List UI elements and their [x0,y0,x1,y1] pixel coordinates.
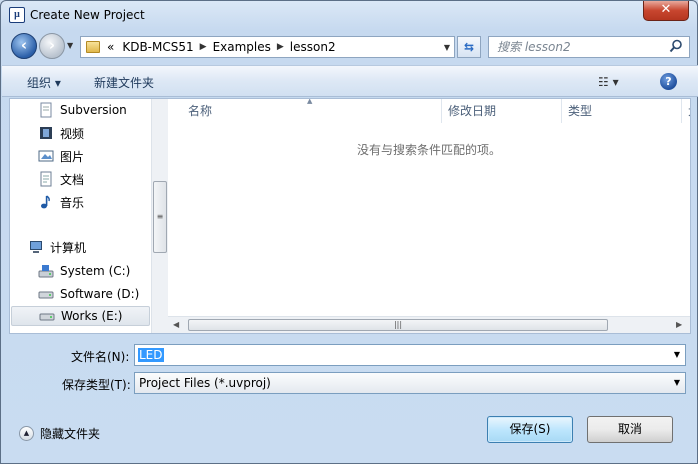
sidebar-item-label: 音乐 [60,195,85,210]
chevron-up-icon: ▲ [19,426,34,441]
computer-icon [28,239,44,255]
scrollbar-thumb[interactable]: ||| [188,319,608,331]
sidebar-item-label: Software (D:) [60,287,140,301]
cancel-button[interactable]: 取消 [587,416,673,443]
filename-field[interactable]: LED ▼ [134,344,686,366]
chevron-right-icon[interactable]: ▶ [277,42,284,52]
sidebar-item-label: Works (E:) [61,309,123,323]
sidebar-item-label: Subversion [60,103,127,117]
sidebar-item-documents[interactable]: 文档 [38,169,84,189]
breadcrumb-overflow[interactable]: « [105,40,116,54]
sidebar-item-drive-e[interactable]: Works (E:) [11,306,150,326]
scroll-right-icon[interactable]: ▶ [676,320,682,329]
search-icon[interactable] [669,39,683,53]
window-title: Create New Project [30,8,145,22]
filename-label: 文件名(N): [71,350,130,364]
command-bar: 组织 ▾ 新建文件夹 ☷ ▾ ? [2,65,698,97]
column-header-name[interactable]: 名称 [168,99,442,123]
address-bar[interactable]: « KDB-MCS51 ▶ Examples ▶ lesson2 ▼ [80,36,455,58]
column-header-type[interactable]: 类型 [562,99,682,123]
video-icon [38,125,54,141]
chevron-down-icon[interactable]: ▼ [674,378,680,387]
breadcrumb-item[interactable]: KDB-MCS51 ▶ [116,40,206,54]
folder-icon [86,41,100,53]
scroll-left-icon[interactable]: ◀ [173,320,179,329]
navigation-pane: Subversion 视频 图片 文档 音乐 计算机 System (C:) S… [10,99,151,333]
breadcrumb-item[interactable]: Examples ▶ [207,40,284,54]
browser-pane: Subversion 视频 图片 文档 音乐 计算机 System (C:) S… [9,98,691,334]
navigation-scrollbar[interactable]: ≡ [151,99,168,333]
sidebar-item-drive-c[interactable]: System (C:) [38,261,130,281]
sidebar-item-label: 计算机 [50,240,87,255]
sidebar-item-drive-d[interactable]: Software (D:) [38,284,139,304]
sidebar-item-music[interactable]: 音乐 [38,192,84,212]
subversion-icon [38,102,54,118]
column-header-date[interactable]: 修改日期 [442,99,562,123]
drive-icon [39,308,55,324]
system-drive-icon [38,263,54,279]
new-folder-button[interactable]: 新建文件夹 [94,74,154,91]
save-button[interactable]: 保存(S) [487,416,573,443]
sidebar-item-label: 文档 [60,172,85,187]
sort-ascending-icon: ▲ [307,99,313,105]
chevron-right-icon[interactable]: ▶ [200,42,207,52]
drive-icon [38,286,54,302]
title-bar: μ Create New Project ✕ [1,1,697,29]
sidebar-item-video[interactable]: 视频 [38,123,84,143]
document-icon [38,171,54,187]
filetype-label: 保存类型(T): [62,378,131,392]
refresh-button[interactable]: ⇆ [457,36,481,58]
filename-value[interactable]: LED [138,348,164,362]
sidebar-item-subversion[interactable]: Subversion [38,100,127,120]
sidebar-item-computer[interactable]: 计算机 [28,237,86,257]
picture-icon [38,148,54,164]
horizontal-scrollbar[interactable]: ◀ ||| ▶ [168,316,690,333]
breadcrumb-label: KDB-MCS51 [122,40,194,54]
navigation-bar: ‹ › ▼ « KDB-MCS51 ▶ Examples ▶ lesson2 ▼… [1,31,697,63]
sidebar-item-label: 视频 [60,126,85,141]
help-button[interactable]: ? [660,73,677,90]
recent-locations-dropdown-icon[interactable]: ▼ [67,41,73,50]
search-input[interactable] [489,37,665,57]
music-icon [38,194,54,210]
address-dropdown-icon[interactable]: ▼ [440,43,454,52]
breadcrumb-item[interactable]: lesson2 [284,40,342,54]
sidebar-item-pictures[interactable]: 图片 [38,146,84,166]
file-list: 名称 ▲ 修改日期 类型 大 没有与搜索条件匹配的项。 ◀ ||| ▶ [168,99,690,333]
close-button[interactable]: ✕ [643,1,689,21]
forward-button[interactable]: › [39,33,65,59]
hide-folders-label: 隐藏文件夹 [40,427,101,441]
app-icon: μ [9,7,25,23]
organize-menu[interactable]: 组织 ▾ [27,74,61,91]
filetype-value: Project Files (*.uvproj) [139,376,271,390]
filetype-select[interactable]: Project Files (*.uvproj) ▼ [134,372,686,394]
column-header-size[interactable]: 大 [682,99,690,123]
hide-folders-toggle[interactable]: ▲ 隐藏文件夹 [19,425,100,442]
search-box[interactable] [488,36,690,58]
chevron-down-icon[interactable]: ▼ [674,350,680,359]
views-menu[interactable]: ☷ ▾ [598,75,619,89]
breadcrumb-label: Examples [212,40,271,54]
scrollbar-thumb[interactable]: ≡ [153,181,167,253]
breadcrumb-label: lesson2 [289,40,336,54]
sidebar-item-label: 图片 [60,149,85,164]
dialog-window: μ Create New Project ✕ ‹ › ▼ « KDB-MCS51… [0,0,698,464]
back-button[interactable]: ‹ [11,33,37,59]
sidebar-item-label: System (C:) [60,264,131,278]
empty-folder-message: 没有与搜索条件匹配的项。 [356,143,501,157]
